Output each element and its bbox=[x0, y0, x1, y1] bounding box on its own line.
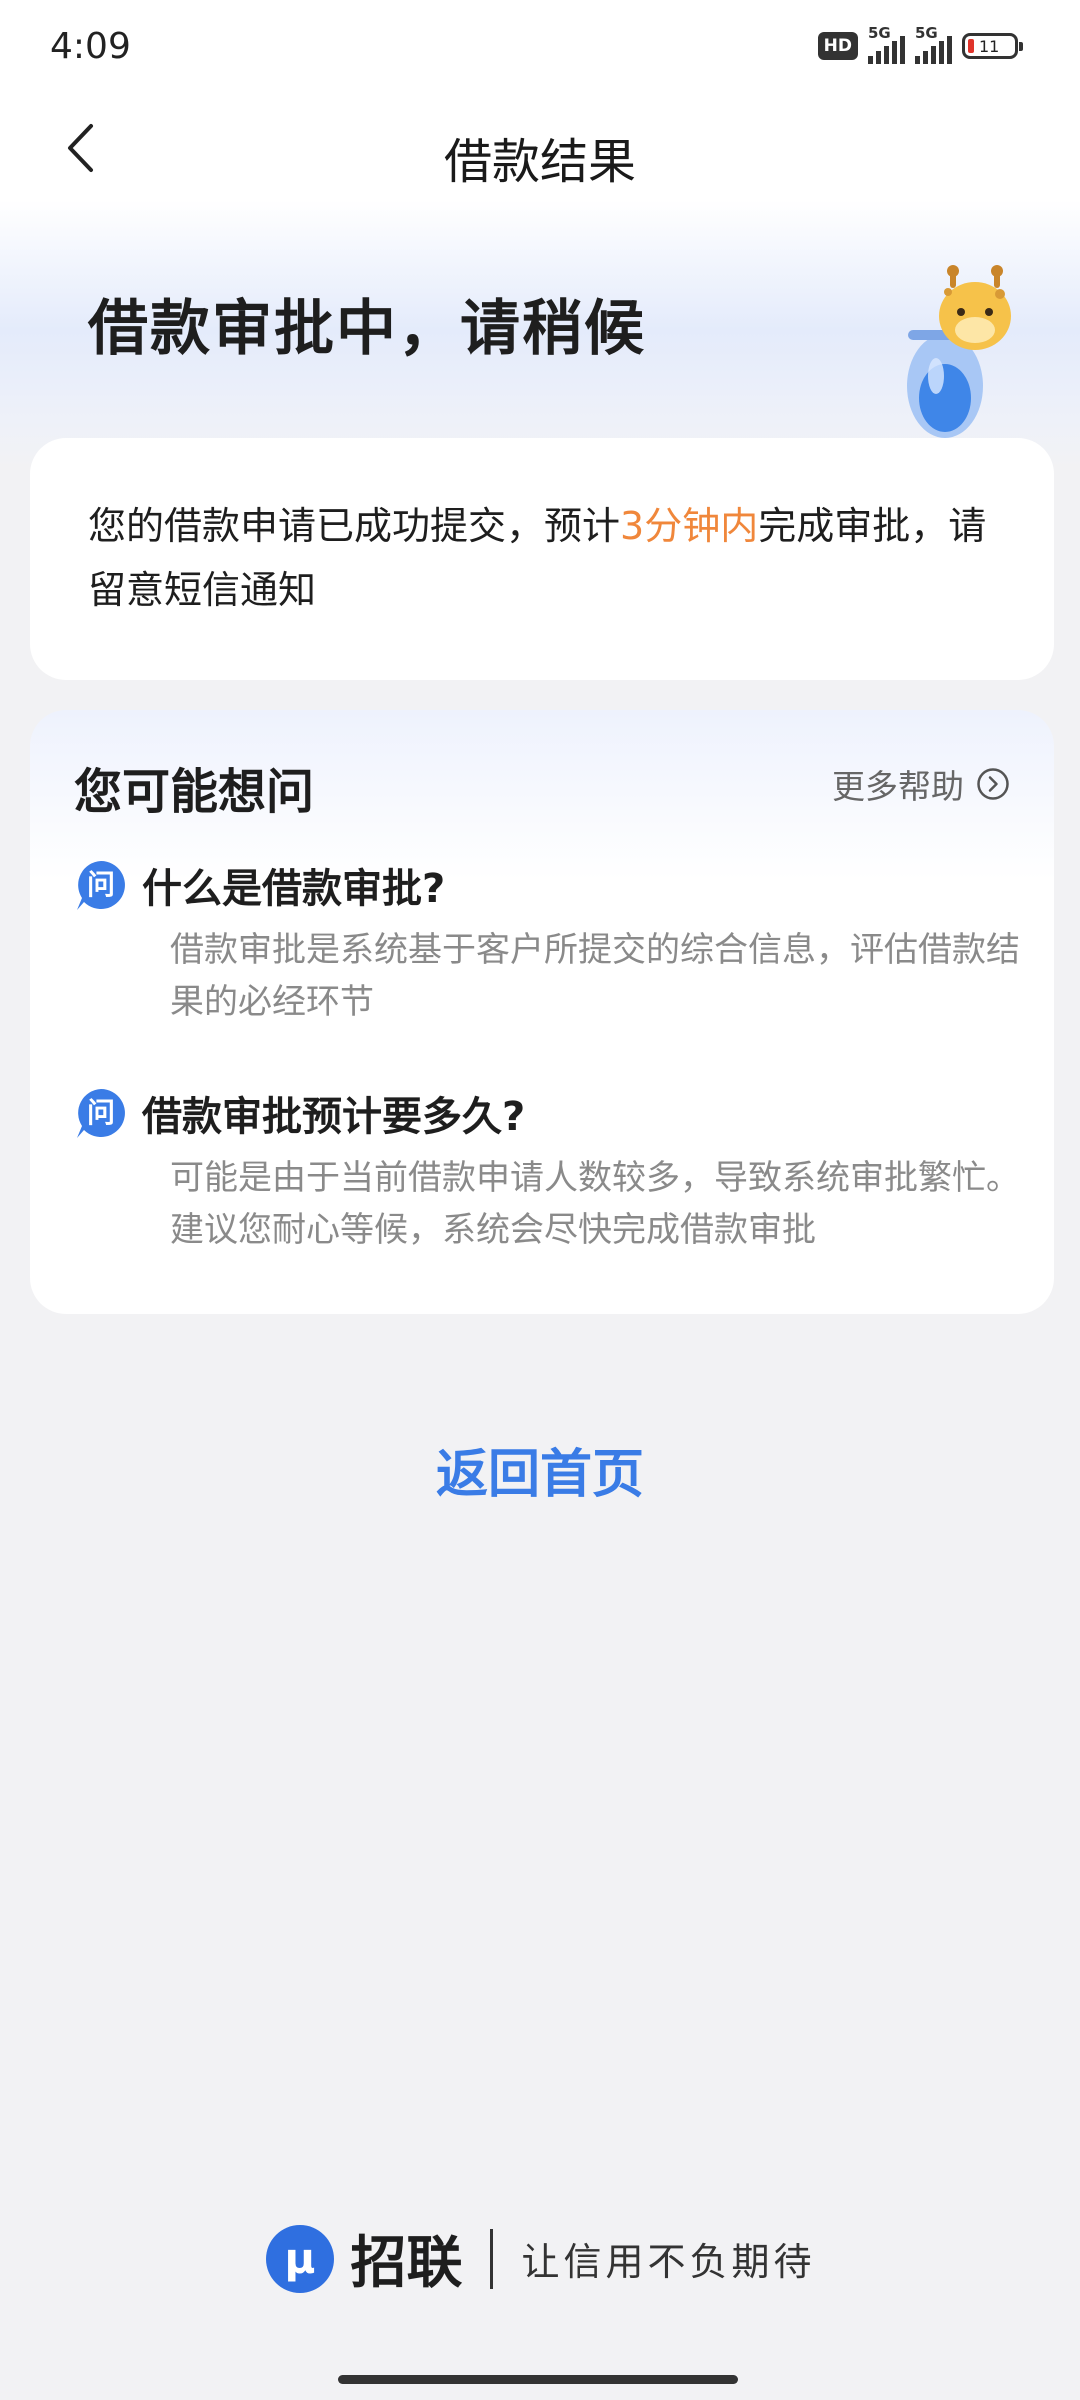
question-icon-label: 问 bbox=[87, 868, 115, 901]
brand-footer: μ 招联 让信用不负期待 bbox=[0, 2218, 1080, 2299]
question-icon-label: 问 bbox=[87, 1096, 115, 1129]
question-bubble-icon: 问 bbox=[77, 861, 125, 910]
nav-bar: 借款结果 bbox=[0, 100, 1080, 196]
question-bubble-icon: 问 bbox=[77, 1089, 125, 1138]
more-help-link[interactable]: 更多帮助 bbox=[832, 760, 1010, 808]
page-title: 借款结果 bbox=[443, 134, 636, 190]
brand-logo-icon: μ bbox=[266, 2224, 335, 2293]
hd-icon: HD bbox=[817, 32, 858, 60]
brand-logo-letter: μ bbox=[285, 2234, 316, 2283]
giraffe-hourglass-mascot bbox=[907, 265, 1011, 438]
estimated-time-highlight: 3分钟内 bbox=[620, 504, 759, 548]
battery-level-fill bbox=[968, 39, 974, 53]
status-bar: 4:09 HD 5G 5G 11 bbox=[0, 0, 1080, 100]
return-home-button[interactable]: 返回首页 bbox=[0, 1432, 1080, 1507]
faq-card: 您可能想问 更多帮助 问 什么是借款审批? 借款审批是系统基于客户所提交的综合信… bbox=[30, 710, 1054, 1314]
faq-answer: 借款审批是系统基于客户所提交的综合信息，评估借款结果的必经环节 bbox=[170, 930, 1020, 1022]
submission-info-text: 您的借款申请已成功提交，预计3分钟内完成审批，请留意短信通知 bbox=[88, 504, 987, 612]
brand-divider bbox=[490, 2228, 494, 2289]
more-help-label: 更多帮助 bbox=[832, 767, 964, 806]
status-icons: HD 5G 5G 11 bbox=[817, 24, 1023, 64]
faq-question: 什么是借款审批? bbox=[142, 866, 446, 912]
faq-item[interactable]: 问 什么是借款审批? 借款审批是系统基于客户所提交的综合信息，评估借款结果的必经… bbox=[74, 856, 1024, 1028]
faq-question-row: 问 什么是借款审批? bbox=[74, 856, 1024, 914]
brand-slogan: 让信用不负期待 bbox=[521, 2240, 816, 2284]
faq-question-row: 问 借款审批预计要多久? bbox=[74, 1084, 1024, 1142]
submission-info-card: 您的借款申请已成功提交，预计3分钟内完成审批，请留意短信通知 bbox=[30, 438, 1054, 680]
faq-title: 您可能想问 bbox=[74, 764, 315, 820]
faq-question: 借款审批预计要多久? bbox=[142, 1094, 526, 1140]
approval-status-heading: 借款审批中，请稍候 bbox=[88, 294, 646, 364]
signal-5g-icon: 5G bbox=[868, 24, 905, 64]
battery-level: 11 bbox=[979, 36, 1000, 56]
faq-item[interactable]: 问 借款审批预计要多久? 可能是由于当前借款申请人数较多，导致系统审批繁忙。建议… bbox=[74, 1084, 1024, 1256]
brand-name: 招联 bbox=[350, 2231, 463, 2296]
signal-5g-icon: 5G bbox=[915, 24, 952, 64]
home-indicator[interactable] bbox=[338, 2375, 738, 2384]
faq-answer: 可能是由于当前借款申请人数较多，导致系统审批繁忙。建议您耐心等候，系统会尽快完成… bbox=[170, 1158, 1020, 1250]
circle-chevron-right-icon bbox=[977, 768, 1009, 800]
battery-icon: 11 bbox=[962, 33, 1023, 59]
status-time: 4:09 bbox=[50, 26, 131, 67]
